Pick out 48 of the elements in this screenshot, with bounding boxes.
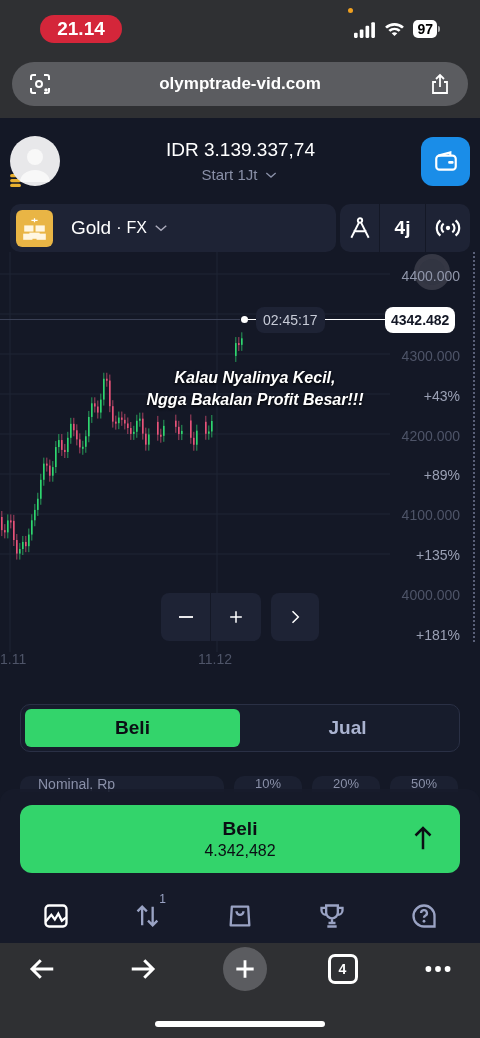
url-text: olymptrade-vid.com xyxy=(158,73,322,96)
price-axis-label: 4100.000 xyxy=(401,506,460,525)
instrument-name: Gold xyxy=(71,215,112,240)
lens-icon[interactable] xyxy=(28,72,52,96)
countdown-timer: 02:45:17 xyxy=(256,307,325,333)
buy-button[interactable]: Beli 4.342,482 xyxy=(20,805,460,873)
account-selector[interactable]: Start 1Jt xyxy=(201,164,280,187)
chart-icon xyxy=(42,902,70,930)
wifi-icon xyxy=(384,21,406,37)
new-tab-button[interactable] xyxy=(223,947,267,991)
privacy-indicator-icon xyxy=(348,8,353,13)
avatar[interactable] xyxy=(10,136,60,186)
more-icon xyxy=(425,966,451,972)
price-line xyxy=(248,319,256,320)
help-icon xyxy=(410,902,438,930)
price-axis-label: 4300.000 xyxy=(401,347,460,365)
battery-level: 97 xyxy=(413,20,437,38)
price-axis-label: 4400.000 xyxy=(401,267,460,285)
minus-icon xyxy=(177,616,194,618)
market-label: FX xyxy=(126,218,147,238)
wallet-button[interactable] xyxy=(421,136,470,186)
tabs-button[interactable]: 4 xyxy=(327,954,358,984)
instrument-selector[interactable]: Gold · FX xyxy=(10,204,336,252)
price-axis-label: 4000.000 xyxy=(401,585,460,604)
caption-overlay: Kalau Nyalinya Kecil, xyxy=(174,368,336,388)
signal-icon xyxy=(354,20,377,38)
badge-count: 1 xyxy=(159,891,166,908)
payout-label: +89% xyxy=(423,466,460,485)
trophy-icon xyxy=(318,902,346,930)
price-marker-icon xyxy=(241,316,248,323)
ingots-icon xyxy=(16,209,53,247)
price-axis-label: 4200.000 xyxy=(401,426,460,445)
date-axis-label: 11.12 xyxy=(198,650,232,669)
current-price-label: 4342.482 xyxy=(385,307,456,333)
payout-label: +135% xyxy=(416,546,460,564)
recording-time-pill: 21.14 xyxy=(40,15,122,43)
buy-price: 4.342,482 xyxy=(204,841,276,861)
separator-dot: · xyxy=(116,218,122,238)
payout-label: +43% xyxy=(423,386,460,405)
trade-tab[interactable]: Beli xyxy=(25,709,240,747)
balance-text: IDR 3.139.337,74 xyxy=(166,137,315,162)
wallet-icon xyxy=(432,148,459,174)
address-bar[interactable]: olymptrade-vid.com xyxy=(12,62,468,106)
payout-label: +181% xyxy=(416,625,460,644)
date-axis-label: 1.11 xyxy=(0,650,27,669)
caption-overlay: Ngga Bakalan Profit Besar!!! xyxy=(146,390,364,410)
trade-tab[interactable]: Jual xyxy=(240,709,455,747)
nav-tab[interactable]: 1 xyxy=(124,894,172,938)
